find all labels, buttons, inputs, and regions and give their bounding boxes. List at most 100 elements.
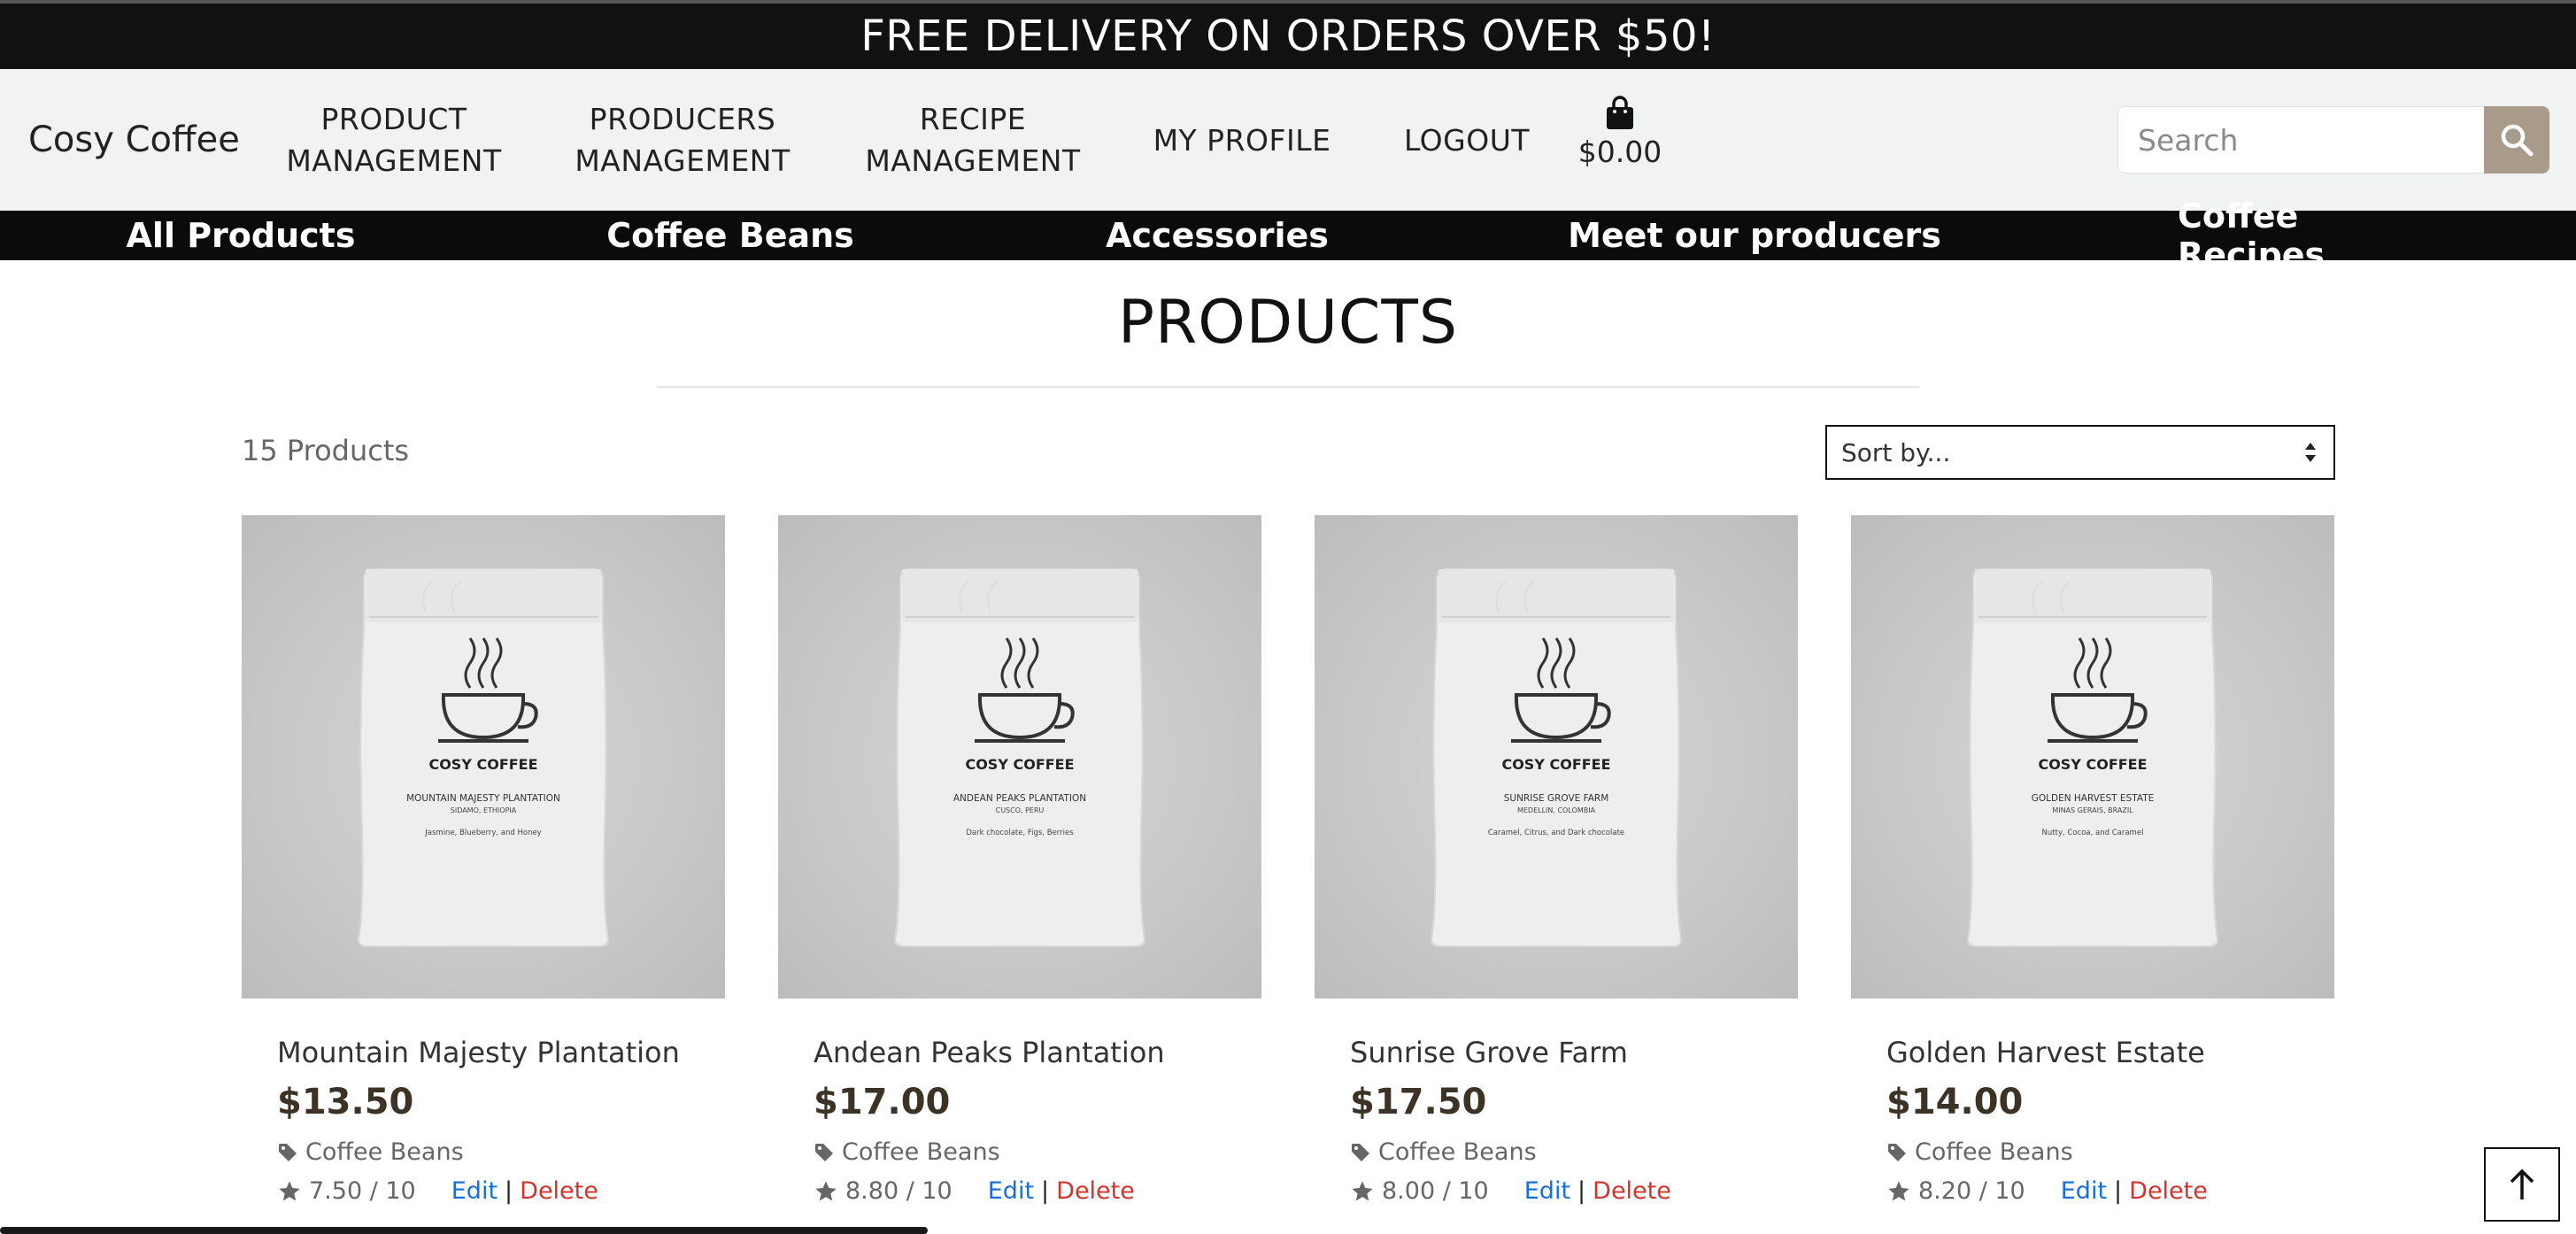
product-price: $14.00 <box>1886 1082 2024 1122</box>
category-meet-our-producers[interactable]: Meet our producers <box>1558 211 1951 260</box>
product-rating: 7.50 / 10 <box>309 1177 416 1205</box>
svg-text:CUSCO, PERU: CUSCO, PERU <box>996 806 1045 814</box>
star-icon <box>1352 1180 1373 1200</box>
coffee-bag-image: COSY COFFEE SUNRISE GROVE FARM MEDELLIN,… <box>1430 568 1683 947</box>
edit-link[interactable]: Edit <box>451 1177 497 1205</box>
svg-text:COSY COFFEE: COSY COFFEE <box>965 756 1074 773</box>
tag-icon <box>815 1143 833 1161</box>
star-icon <box>815 1180 837 1200</box>
delete-link[interactable]: Delete <box>1056 1177 1135 1205</box>
horizontal-scrollbar[interactable] <box>0 1227 928 1234</box>
svg-text:Dark chocolate, Figs, Berries: Dark chocolate, Figs, Berries <box>966 829 1074 837</box>
svg-text:COSY COFFEE: COSY COFFEE <box>428 756 537 773</box>
product-meta: 8.00 / 10 Edit | Delete <box>1350 1177 1671 1205</box>
svg-text:ANDEAN PEAKS PLANTATION: ANDEAN PEAKS PLANTATION <box>953 793 1086 804</box>
delete-link[interactable]: Delete <box>1593 1177 1671 1205</box>
search-form: Search <box>2117 106 2549 174</box>
arrow-up-icon <box>2510 1168 2534 1199</box>
product-card: COSY COFFEE MOUNTAIN MAJESTY PLANTATION … <box>242 515 725 1205</box>
nav-product-management[interactable]: PRODUCT MANAGEMENT <box>282 69 506 211</box>
delete-link[interactable]: Delete <box>2129 1177 2208 1205</box>
svg-text:COSY COFFEE: COSY COFFEE <box>1501 756 1610 773</box>
action-separator: | <box>505 1177 513 1205</box>
category-all-products[interactable]: All Products <box>97 211 384 260</box>
product-price: $17.50 <box>1350 1082 1487 1122</box>
search-button[interactable] <box>2484 106 2549 174</box>
product-meta: 8.80 / 10 Edit | Delete <box>814 1177 1135 1205</box>
delete-link[interactable]: Delete <box>520 1177 598 1205</box>
delivery-banner: FREE DELIVERY ON ORDERS OVER $50! <box>0 0 2576 69</box>
tag-icon <box>279 1143 297 1161</box>
action-separator: | <box>1577 1177 1586 1205</box>
product-card: COSY COFFEE ANDEAN PEAKS PLANTATION CUSC… <box>778 515 1261 1205</box>
product-image[interactable]: COSY COFFEE GOLDEN HARVEST ESTATE MINAS … <box>1851 515 2334 999</box>
svg-text:SIDAMO, ETHIOPIA: SIDAMO, ETHIOPIA <box>451 806 517 814</box>
back-to-top-button[interactable] <box>2484 1147 2560 1222</box>
edit-link[interactable]: Edit <box>1524 1177 1570 1205</box>
nav-recipe-management[interactable]: RECIPE MANAGEMENT <box>857 69 1089 211</box>
edit-link[interactable]: Edit <box>988 1177 1034 1205</box>
product-category[interactable]: Coffee Beans <box>1886 1138 2073 1166</box>
svg-text:GOLDEN HARVEST ESTATE: GOLDEN HARVEST ESTATE <box>2032 793 2155 804</box>
product-rating: 8.80 / 10 <box>845 1177 953 1205</box>
svg-text:MEDELLIN, COLOMBIA: MEDELLIN, COLOMBIA <box>1517 806 1596 814</box>
brand-logo[interactable]: Cosy Coffee <box>28 69 240 211</box>
bag-total: $0.00 <box>1577 135 1662 169</box>
product-category[interactable]: Coffee Beans <box>277 1138 464 1166</box>
edit-link[interactable]: Edit <box>2061 1177 2107 1205</box>
nav-logout[interactable]: LOGOUT <box>1399 69 1535 211</box>
star-icon <box>279 1180 300 1200</box>
product-image[interactable]: COSY COFFEE MOUNTAIN MAJESTY PLANTATION … <box>242 515 725 999</box>
page-title: PRODUCTS <box>1117 288 1459 358</box>
title-divider <box>657 386 1919 388</box>
svg-text:COSY COFFEE: COSY COFFEE <box>2038 756 2147 773</box>
product-meta: 7.50 / 10 Edit | Delete <box>277 1177 598 1205</box>
product-category-label: Coffee Beans <box>1915 1138 2073 1166</box>
product-name[interactable]: Andean Peaks Plantation <box>814 1036 1165 1069</box>
product-category-label: Coffee Beans <box>305 1138 464 1166</box>
product-price: $13.50 <box>277 1082 414 1122</box>
coffee-bag-image: COSY COFFEE ANDEAN PEAKS PLANTATION CUSC… <box>893 568 1146 947</box>
action-separator: | <box>1041 1177 1050 1205</box>
tag-icon <box>1352 1143 1369 1161</box>
nav-my-profile[interactable]: MY PROFILE <box>1147 69 1337 211</box>
coffee-bag-image: COSY COFFEE MOUNTAIN MAJESTY PLANTATION … <box>357 568 610 947</box>
category-coffee-recipes[interactable]: Coffee Recipes <box>2178 197 2452 274</box>
nav-producers-management[interactable]: PRODUCERS MANAGEMENT <box>567 69 798 211</box>
action-separator: | <box>2114 1177 2123 1205</box>
shopping-bag[interactable]: $0.00 <box>1576 96 1664 169</box>
product-rating: 8.20 / 10 <box>1918 1177 2025 1205</box>
product-price: $17.00 <box>814 1082 951 1122</box>
category-accessories[interactable]: Accessories <box>1091 211 1344 260</box>
search-input[interactable]: Search <box>2117 106 2484 174</box>
svg-text:Jasmine, Blueberry, and Honey: Jasmine, Blueberry, and Honey <box>424 829 541 837</box>
svg-text:MINAS GERAIS, BRAZIL: MINAS GERAIS, BRAZIL <box>2052 806 2133 814</box>
product-category[interactable]: Coffee Beans <box>814 1138 1000 1166</box>
product-card: COSY COFFEE SUNRISE GROVE FARM MEDELLIN,… <box>1315 515 1798 1205</box>
product-image[interactable]: COSY COFFEE ANDEAN PEAKS PLANTATION CUSC… <box>778 515 1261 999</box>
site-header: Cosy Coffee PRODUCT MANAGEMENT PRODUCERS M… <box>0 69 2576 211</box>
banner-text: FREE DELIVERY ON ORDERS OVER $50! <box>860 12 1716 61</box>
shopping-bag-icon <box>1607 96 1633 129</box>
product-rating: 8.00 / 10 <box>1382 1177 1489 1205</box>
svg-text:MOUNTAIN MAJESTY PLANTATION: MOUNTAIN MAJESTY PLANTATION <box>406 793 560 804</box>
category-coffee-beans[interactable]: Coffee Beans <box>584 211 876 260</box>
tag-icon <box>1888 1143 1906 1161</box>
product-card: COSY COFFEE GOLDEN HARVEST ESTATE MINAS … <box>1851 515 2334 1205</box>
sort-select[interactable]: Sort by... <box>1825 425 2335 480</box>
coffee-bag-image: COSY COFFEE GOLDEN HARVEST ESTATE MINAS … <box>1966 568 2219 947</box>
product-name[interactable]: Golden Harvest Estate <box>1886 1036 2205 1069</box>
product-category-label: Coffee Beans <box>842 1138 1000 1166</box>
svg-text:Nutty, Cocoa, and Caramel: Nutty, Cocoa, and Caramel <box>2042 829 2144 837</box>
product-count: 15 Products <box>242 434 410 467</box>
product-name[interactable]: Sunrise Grove Farm <box>1350 1036 1628 1069</box>
sort-arrows-icon <box>2305 443 2316 462</box>
product-image[interactable]: COSY COFFEE SUNRISE GROVE FARM MEDELLIN,… <box>1315 515 1798 999</box>
star-icon <box>1888 1180 1909 1200</box>
product-name[interactable]: Mountain Majesty Plantation <box>277 1036 680 1069</box>
svg-text:SUNRISE GROVE FARM: SUNRISE GROVE FARM <box>1504 793 1609 804</box>
product-category[interactable]: Coffee Beans <box>1350 1138 1537 1166</box>
category-nav: All Products Coffee Beans Accessories Me… <box>0 197 2576 274</box>
product-meta: 8.20 / 10 Edit | Delete <box>1886 1177 2208 1205</box>
search-icon <box>2501 124 2534 157</box>
